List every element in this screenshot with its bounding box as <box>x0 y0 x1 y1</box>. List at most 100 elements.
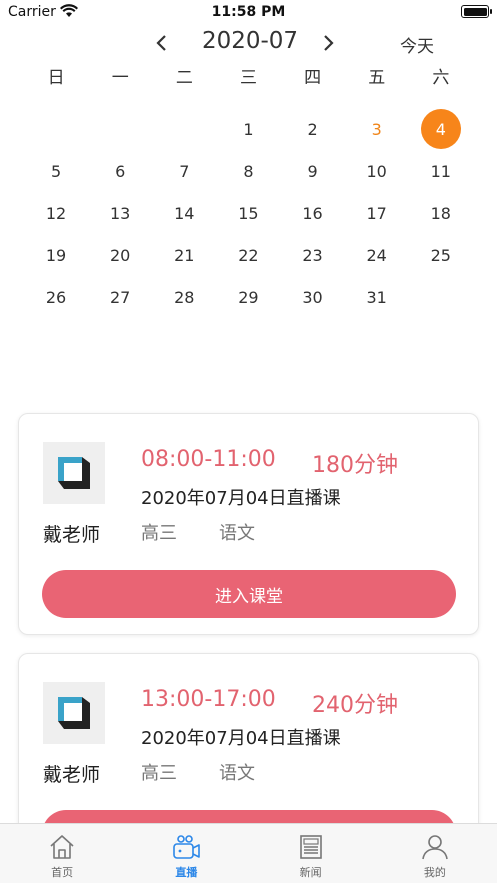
calendar-day-number: 29 <box>238 287 259 307</box>
calendar-day[interactable]: 6 <box>88 150 152 192</box>
calendar-day[interactable]: 16 <box>281 192 345 234</box>
calendar-day-number: 24 <box>366 245 387 265</box>
tab-label: 我的 <box>423 866 446 879</box>
calendar-day[interactable]: 22 <box>216 234 280 276</box>
teacher-avatar <box>43 682 105 744</box>
tab-label: 首页 <box>51 866 74 879</box>
course-card: 戴老师 08:00-11:00 180分钟 2020年07月04日直播课 高三 … <box>18 413 479 635</box>
calendar-day-number: 20 <box>110 245 131 265</box>
calendar-day-number: 2 <box>307 119 318 139</box>
calendar-day-number: 8 <box>243 161 254 181</box>
calendar-day[interactable]: 28 <box>152 276 216 318</box>
calendar-day[interactable]: 26 <box>24 276 88 318</box>
course-grade: 高三 <box>141 523 177 544</box>
course-subject: 语文 <box>219 763 255 784</box>
cube-logo-icon <box>58 457 90 489</box>
today-button[interactable]: 今天 <box>400 32 434 57</box>
calendar-day-number: 3 <box>371 119 382 139</box>
calendar-day-number: 6 <box>115 161 126 181</box>
calendar-day[interactable]: 4 <box>409 108 473 150</box>
calendar-day-number: 21 <box>174 245 195 265</box>
calendar-day[interactable]: 13 <box>88 192 152 234</box>
calendar-day-number: 27 <box>110 287 131 307</box>
tab-label: 直播 <box>175 866 198 879</box>
enter-classroom-button[interactable]: 进入课堂 <box>42 570 456 618</box>
calendar-day[interactable]: 31 <box>345 276 409 318</box>
calendar-blank-cell <box>152 108 216 150</box>
calendar-day[interactable]: 12 <box>24 192 88 234</box>
course-time-range: 08:00-11:00 <box>141 447 276 472</box>
calendar-day[interactable]: 30 <box>281 276 345 318</box>
calendar-day[interactable]: 18 <box>409 192 473 234</box>
calendar-day-number: 26 <box>45 287 67 307</box>
clock: 11:58 PM <box>211 4 286 20</box>
weekday-label: 一 <box>111 68 129 88</box>
calendar-day[interactable]: 5 <box>24 150 88 192</box>
calendar-day[interactable]: 19 <box>24 234 88 276</box>
calendar-day-number: 7 <box>179 161 190 181</box>
prev-month-button[interactable] <box>150 30 172 56</box>
calendar-day-number: 28 <box>174 287 195 307</box>
calendar-day-number: 5 <box>50 161 62 181</box>
profile-icon <box>422 835 448 860</box>
tab-news[interactable]: 新闻 <box>249 824 373 883</box>
tab-profile[interactable]: 我的 <box>373 824 497 883</box>
calendar-day[interactable]: 21 <box>152 234 216 276</box>
weekday-label: 五 <box>368 68 386 88</box>
weekday-label: 四 <box>304 68 322 88</box>
weekday-label: 日 <box>47 68 65 88</box>
calendar-day[interactable]: 11 <box>409 150 473 192</box>
calendar-day-number: 30 <box>302 287 323 307</box>
calendar-day[interactable]: 3 <box>345 108 409 150</box>
calendar-day[interactable]: 9 <box>281 150 345 192</box>
calendar-day-number: 22 <box>238 245 259 265</box>
course-duration: 180分钟 <box>312 453 398 478</box>
weekday-label: 三 <box>239 68 257 88</box>
calendar-day[interactable]: 2 <box>281 108 345 150</box>
calendar-blank-cell <box>88 108 152 150</box>
calendar-day[interactable]: 27 <box>88 276 152 318</box>
weekday-label: 六 <box>432 68 450 88</box>
battery-icon <box>461 5 492 18</box>
next-month-button[interactable] <box>318 30 340 56</box>
calendar-day-number: 9 <box>307 161 318 181</box>
course-title: 2020年07月04日直播课 <box>141 728 341 749</box>
calendar-day[interactable]: 23 <box>281 234 345 276</box>
status-bar: Carrier 11:58 PM <box>0 0 497 26</box>
tab-home[interactable]: 首页 <box>0 824 124 883</box>
news-icon <box>299 835 322 859</box>
calendar-day[interactable]: 1 <box>216 108 280 150</box>
chevron-left-icon <box>156 35 166 51</box>
calendar-day[interactable]: 25 <box>409 234 473 276</box>
calendar-day[interactable]: 24 <box>345 234 409 276</box>
calendar-day-number: 16 <box>302 203 323 223</box>
calendar-day[interactable]: 20 <box>88 234 152 276</box>
live-camera-icon <box>173 835 201 859</box>
calendar-day-number: 14 <box>174 203 195 223</box>
calendar-day-number: 11 <box>430 161 451 181</box>
calendar-day-number: 13 <box>110 203 131 223</box>
calendar-day[interactable]: 17 <box>345 192 409 234</box>
calendar-day-grid: 1 2 3 4 5 6 7 8 9 10 11 12 13 14 15 16 17 18 19 20 21 22 23 24 2… <box>24 108 473 318</box>
calendar-day-number: 10 <box>366 161 387 181</box>
calendar-day[interactable]: 29 <box>216 276 280 318</box>
course-title: 2020年07月04日直播课 <box>141 488 341 509</box>
course-subject: 语文 <box>219 523 255 544</box>
course-grade: 高三 <box>141 763 177 784</box>
calendar-day[interactable]: 10 <box>345 150 409 192</box>
tab-live[interactable]: 直播 <box>124 824 248 883</box>
calendar-day[interactable]: 14 <box>152 192 216 234</box>
calendar-day-number: 12 <box>45 203 67 223</box>
calendar-day-number: 15 <box>238 203 259 223</box>
calendar-day-number: 17 <box>366 203 387 223</box>
calendar-day[interactable]: 15 <box>216 192 280 234</box>
calendar-day-number: 23 <box>302 245 323 265</box>
cube-logo-icon <box>58 697 90 729</box>
month-title: 2020-07 <box>201 28 299 54</box>
calendar-day-number: 18 <box>430 203 451 223</box>
calendar-blank-cell <box>24 108 88 150</box>
course-time-range: 13:00-17:00 <box>141 687 276 712</box>
calendar-day[interactable]: 7 <box>152 150 216 192</box>
teacher-avatar <box>43 442 105 504</box>
calendar-day[interactable]: 8 <box>216 150 280 192</box>
